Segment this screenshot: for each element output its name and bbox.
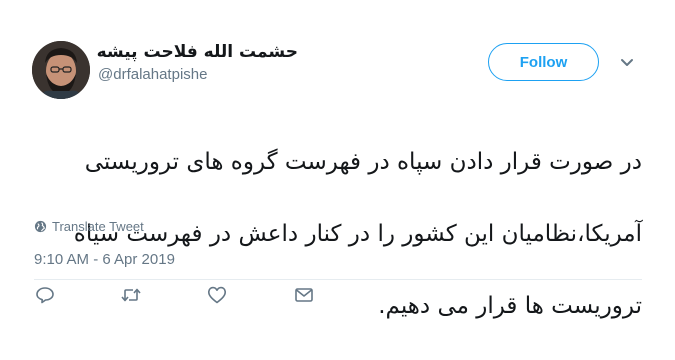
chevron-down-icon[interactable] [620,58,634,68]
globe-icon [34,220,47,232]
translate-tweet-label: Translate Tweet [52,218,144,234]
like-icon[interactable] [206,284,228,306]
reply-icon[interactable] [34,284,56,306]
author-handle[interactable]: @drfalahatpishe [98,66,207,83]
translate-tweet-link[interactable]: Translate Tweet [34,218,144,234]
avatar[interactable] [32,41,90,99]
author-display-name[interactable]: حشمت الله فلاحت پیشه [97,42,298,62]
divider [34,279,642,280]
follow-button[interactable]: Follow [488,43,599,81]
tweet-timestamp[interactable]: 9:10 AM - 6 Apr 2019 [34,251,175,268]
tweet-text: در صورت قرار دادن سپاه در فهرست گروه های… [30,108,642,360]
retweet-icon[interactable] [120,284,142,306]
tweet-card: حشمت الله فلاحت پیشه @drfalahatpishe Fol… [0,0,675,340]
tweet-text-line: در صورت قرار دادن سپاه در فهرست گروه های… [84,149,642,175]
direct-message-icon[interactable] [293,284,315,306]
